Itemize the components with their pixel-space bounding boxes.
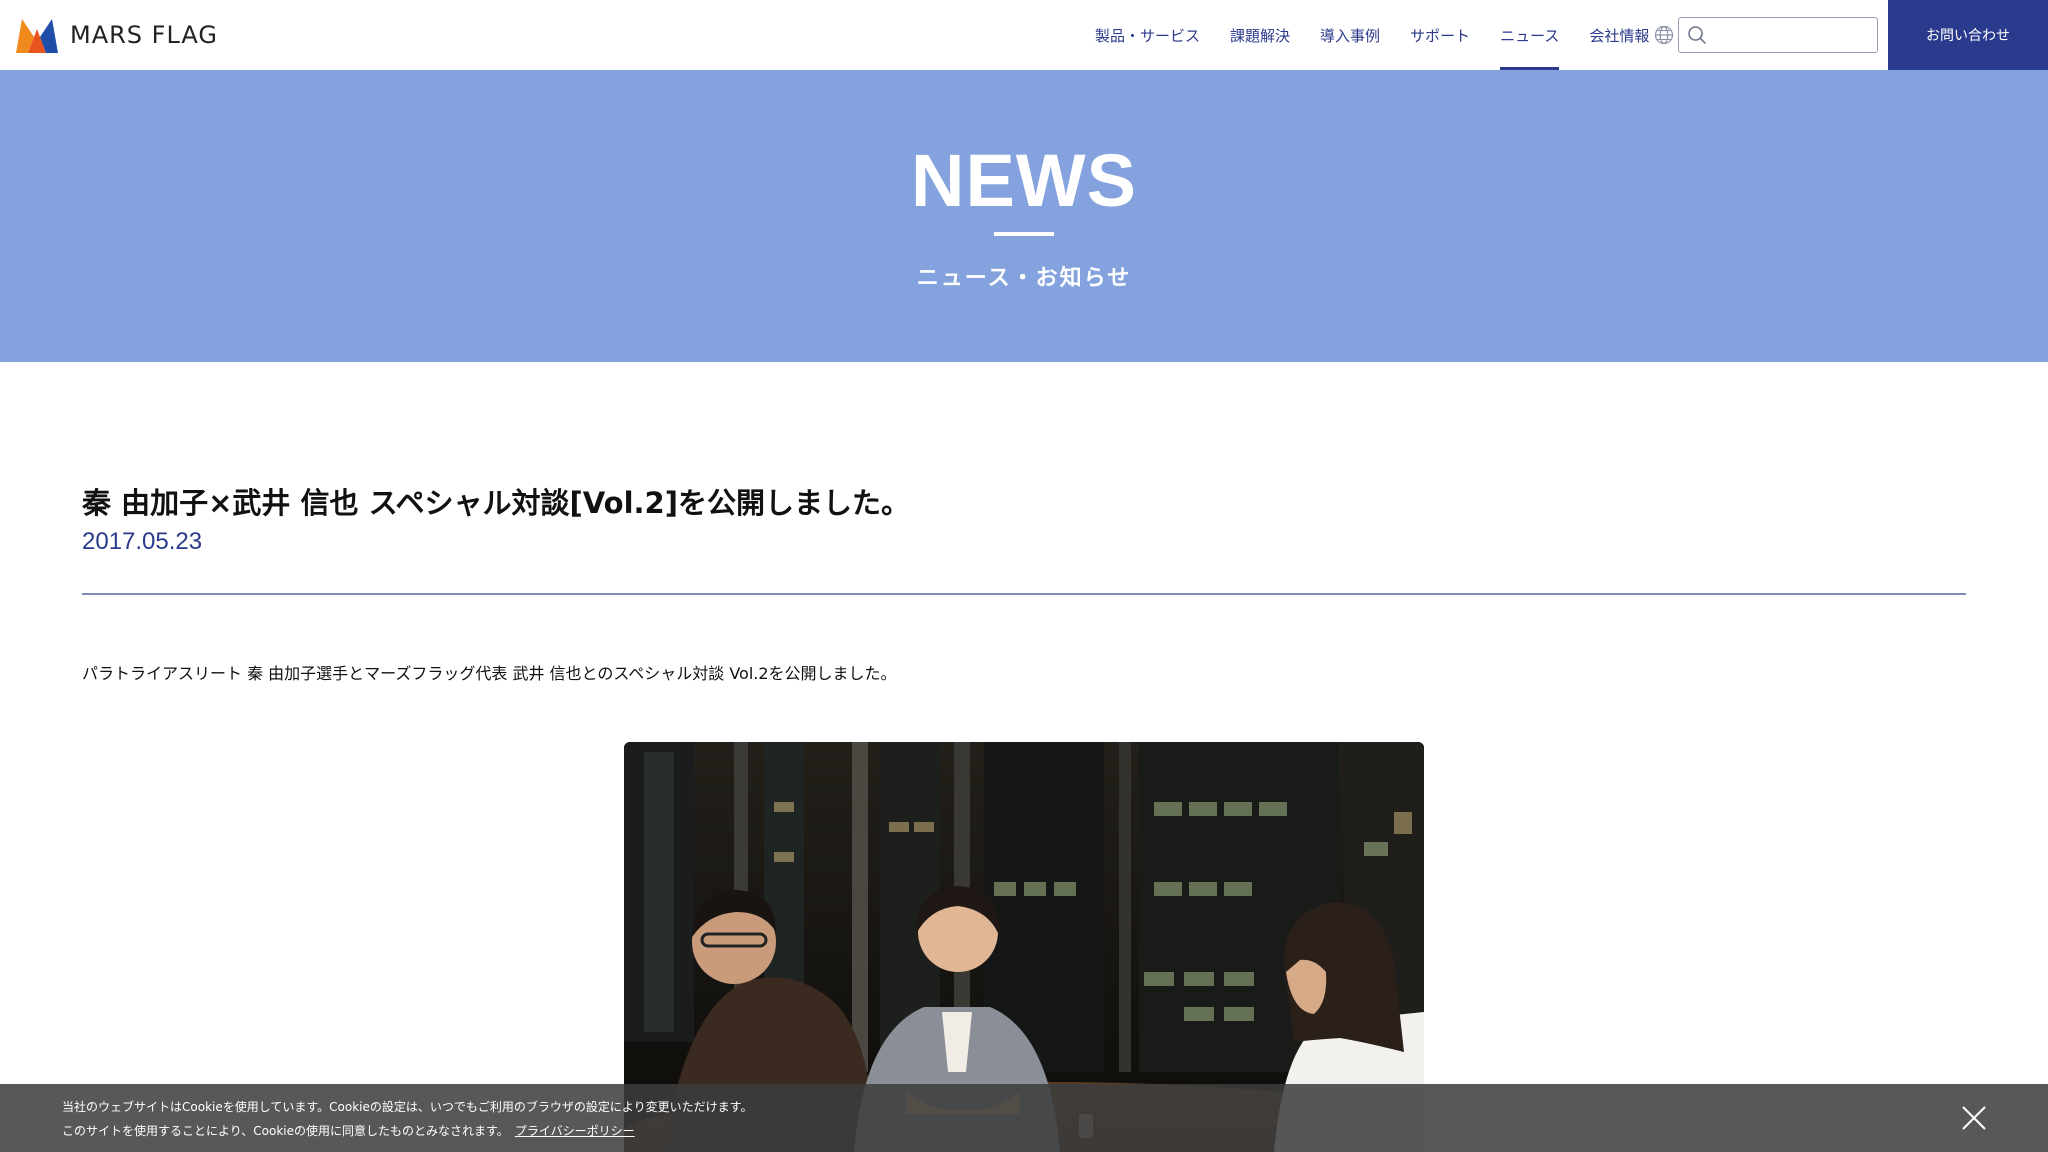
privacy-policy-link[interactable]: プライバシーポリシー — [515, 1124, 635, 1138]
article-body: パラトライアスリート 秦 由加子選手とマーズフラッグ代表 武井 信也とのスペシャ… — [82, 664, 897, 683]
nav-item-label: 製品・サービス — [1095, 26, 1201, 45]
site-logo[interactable]: MARS FLAG — [14, 14, 218, 56]
globe-icon[interactable] — [1654, 25, 1674, 45]
search-box[interactable] — [1678, 17, 1878, 53]
main-nav: 製品・サービス 課題解決 導入事例 サポート ニュース 会社情報 — [1080, 0, 1664, 70]
logo-text: MARS FLAG — [70, 21, 218, 49]
nav-item-products[interactable]: 製品・サービス — [1080, 0, 1215, 70]
nav-item-support[interactable]: サポート — [1395, 0, 1485, 70]
hero-divider — [994, 232, 1054, 236]
nav-item-label: ニュース — [1500, 26, 1560, 45]
cookie-notice-line2: このサイトを使用することにより、Cookieの使用に同意したものとみなされます。… — [62, 1122, 635, 1139]
nav-item-news[interactable]: ニュース — [1485, 0, 1574, 70]
nav-item-company[interactable]: 会社情報 — [1574, 0, 1664, 70]
nav-item-label: 導入事例 — [1320, 26, 1381, 45]
nav-item-cases[interactable]: 導入事例 — [1305, 0, 1395, 70]
nav-item-label: 会社情報 — [1589, 26, 1650, 45]
nav-item-label: 課題解決 — [1230, 26, 1291, 45]
article-date: 2017.05.23 — [82, 528, 203, 555]
cookie-notice-line2-text: このサイトを使用することにより、Cookieの使用に同意したものとみなされます。 — [62, 1124, 509, 1138]
nav-item-label: サポート — [1410, 26, 1471, 45]
hero-title: NEWS — [911, 139, 1137, 222]
news-hero: NEWS ニュース・お知らせ — [0, 70, 2048, 362]
cookie-banner: 当社のウェブサイトはCookieを使用しています。Cookieの設定は、いつでも… — [0, 1084, 2048, 1152]
search-icon — [1688, 26, 1707, 45]
nav-item-solutions[interactable]: 課題解決 — [1215, 0, 1305, 70]
close-icon[interactable] — [1960, 1104, 1988, 1132]
article-title: 秦 由加子×武井 信也 スペシャル対談[Vol.2]を公開しました。 — [82, 486, 910, 520]
article-divider — [82, 593, 1966, 595]
hero-subtitle: ニュース・お知らせ — [916, 266, 1132, 291]
contact-button-label: お問い合わせ — [1926, 28, 2010, 44]
cookie-notice-line1: 当社のウェブサイトはCookieを使用しています。Cookieの設定は、いつでも… — [62, 1100, 753, 1114]
site-header: MARS FLAG 製品・サービス 課題解決 導入事例 サポート ニュース 会社… — [0, 0, 2048, 70]
search-input[interactable] — [1713, 22, 1873, 48]
mars-flag-logo-icon — [16, 19, 58, 53]
contact-button[interactable]: お問い合わせ — [1888, 0, 2048, 70]
